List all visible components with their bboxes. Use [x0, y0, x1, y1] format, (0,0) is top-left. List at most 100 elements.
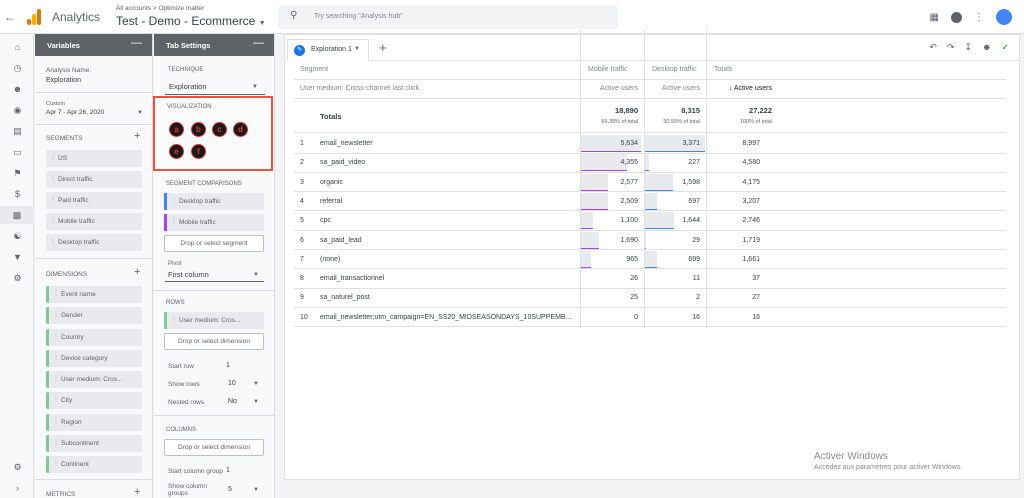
- drag-handle-icon[interactable]: ⋮⋮: [53, 460, 65, 467]
- tab-exploration-1[interactable]: ✎ Exploration 1 ▼: [287, 39, 369, 61]
- row-dimension-value[interactable]: sa_naturel_post: [320, 294, 370, 301]
- drag-handle-icon[interactable]: ⋮⋮: [171, 316, 183, 323]
- segment-comparison-chip[interactable]: ⋮⋮ Mobile traffic: [164, 214, 264, 231]
- audience-user-icon[interactable]: ☻: [12, 84, 23, 95]
- drag-handle-icon[interactable]: ⋮⋮: [53, 354, 65, 361]
- row-dimension-value[interactable]: email_transactionnel: [320, 275, 384, 282]
- drag-handle-icon[interactable]: ⋮⋮: [171, 218, 183, 225]
- row-dimension-value[interactable]: email_newsletter;utm_campaign=EN_SS20_MI…: [320, 314, 571, 321]
- drag-handle-icon[interactable]: ⋮⋮: [50, 217, 62, 224]
- settings-gear-icon[interactable]: ⚙: [12, 462, 23, 473]
- dimension-chip[interactable]: ⋮⋮ City: [46, 392, 142, 409]
- drop-row-dimension-zone[interactable]: Drop or select dimension: [164, 333, 264, 350]
- funnel-icon[interactable]: ▼: [12, 252, 23, 263]
- dimension-chip[interactable]: ⋮⋮ Continent: [46, 456, 142, 473]
- money-icon[interactable]: $: [12, 189, 23, 200]
- segment-chip[interactable]: ⋮⋮ Paid traffic: [46, 192, 142, 209]
- dimension-chip[interactable]: ⋮⋮ User medium: Cros...: [46, 371, 142, 388]
- dimension-chip[interactable]: ⋮⋮ Event name: [46, 286, 142, 303]
- metric-header[interactable]: ↓ Active users: [729, 85, 772, 92]
- flag-icon[interactable]: ⚑: [12, 168, 23, 179]
- dimension-chip[interactable]: ⋮⋮ Subcontinent: [46, 435, 142, 452]
- share-users-icon[interactable]: ☻: [982, 42, 991, 53]
- minimize-icon[interactable]: —: [131, 37, 142, 49]
- apps-grid-icon[interactable]: ▦: [930, 12, 939, 23]
- drag-handle-icon[interactable]: ⋮⋮: [53, 396, 65, 403]
- drag-handle-icon[interactable]: ⋮⋮: [53, 418, 65, 425]
- start-row-input[interactable]: 1: [226, 362, 230, 369]
- breadcrumb[interactable]: All accounts > Optimize matter: [116, 5, 204, 12]
- metric-header[interactable]: Active users: [662, 85, 700, 92]
- table-icon[interactable]: ▤: [12, 126, 23, 137]
- dimension-chip[interactable]: ⋮⋮ Country: [46, 329, 142, 346]
- show-column-groups-select[interactable]: 5: [228, 486, 232, 493]
- viz-option-b[interactable]: b: [191, 122, 206, 137]
- add-dimension-icon[interactable]: +: [134, 266, 140, 278]
- drag-handle-icon[interactable]: ⋮⋮: [50, 196, 62, 203]
- row-dimension-value[interactable]: sa_paid_lead: [320, 237, 362, 244]
- more-vert-icon[interactable]: ⋮: [974, 12, 984, 23]
- row-dimension-value[interactable]: referral: [320, 198, 342, 205]
- row-dimension-value[interactable]: organic: [320, 179, 343, 186]
- drop-segment-zone[interactable]: Drop or select segment: [164, 235, 264, 252]
- row-dimension-value[interactable]: email_newsletter: [320, 140, 373, 147]
- redo-icon[interactable]: ↷: [947, 42, 955, 53]
- add-segment-icon[interactable]: +: [134, 130, 140, 142]
- row-dimension-value[interactable]: (none): [320, 256, 340, 263]
- dimension-chip[interactable]: ⋮⋮ Device category: [46, 350, 142, 367]
- analysis-icon[interactable]: ▩: [0, 206, 34, 224]
- nested-rows-chevron-down-icon[interactable]: ▼: [253, 399, 259, 405]
- show-rows-select[interactable]: 10: [228, 380, 236, 387]
- drag-handle-icon[interactable]: ⋮⋮: [53, 439, 65, 446]
- expand-chevron-icon[interactable]: ›: [12, 483, 23, 494]
- drag-handle-icon[interactable]: ⋮⋮: [50, 175, 62, 182]
- download-icon[interactable]: ↧: [964, 42, 972, 53]
- segment-chip[interactable]: ⋮⋮ Direct traffic: [46, 171, 142, 188]
- people-icon[interactable]: ☯: [12, 231, 23, 242]
- date-range-picker[interactable]: Apr 7 - Apr 26, 2020: [46, 109, 104, 116]
- shield-check-icon[interactable]: ✓: [1001, 42, 1009, 53]
- drag-handle-icon[interactable]: ⋮⋮: [171, 197, 183, 204]
- metric-header[interactable]: Active users: [600, 85, 638, 92]
- back-arrow-icon[interactable]: ←: [4, 10, 16, 24]
- realtime-clock-icon[interactable]: ◷: [12, 63, 23, 74]
- viz-option-f[interactable]: f: [191, 144, 206, 159]
- start-column-group-input[interactable]: 1: [226, 467, 230, 474]
- technique-chevron-down-icon[interactable]: ▼: [252, 84, 258, 90]
- drag-handle-icon[interactable]: ⋮⋮: [53, 290, 65, 297]
- segment-comparison-chip[interactable]: ⋮⋮ Desktop traffic: [164, 193, 264, 210]
- avatar[interactable]: [996, 9, 1012, 25]
- add-metric-icon[interactable]: +: [134, 486, 140, 498]
- drag-handle-icon[interactable]: ⋮⋮: [53, 311, 65, 318]
- add-tab-icon[interactable]: +: [379, 40, 387, 55]
- help-icon[interactable]: ?: [951, 11, 962, 23]
- drag-handle-icon[interactable]: ⋮⋮: [53, 333, 65, 340]
- segment-chip[interactable]: ⋮⋮ Mobile traffic: [46, 213, 142, 230]
- home-icon[interactable]: ⌂: [12, 42, 23, 53]
- viz-option-c[interactable]: c: [212, 122, 227, 137]
- viz-option-d[interactable]: d: [233, 122, 248, 137]
- tab-chevron-down-icon[interactable]: ▼: [354, 46, 360, 52]
- search-bar[interactable]: ⚲ Try searching "Analysis hub": [278, 5, 618, 29]
- viz-option-e[interactable]: e: [169, 144, 184, 159]
- row-dimension-header[interactable]: User medium: Cross-channel last click: [300, 85, 419, 92]
- date-chevron-down-icon[interactable]: ▼: [137, 110, 143, 116]
- undo-icon[interactable]: ↶: [929, 42, 937, 53]
- segment-chip[interactable]: ⋮⋮ US: [46, 150, 142, 167]
- pivot-select[interactable]: First column: [168, 270, 209, 279]
- segment-chip[interactable]: ⋮⋮ Desktop traffic: [46, 234, 142, 251]
- pivot-chevron-down-icon[interactable]: ▼: [253, 272, 259, 278]
- analysis-name-value[interactable]: Exploration: [46, 77, 81, 84]
- row-dimension-value[interactable]: sa_paid_video: [320, 159, 365, 166]
- property-selector[interactable]: Test - Demo - Ecommerce ▼: [116, 14, 266, 28]
- drag-handle-icon[interactable]: ⋮⋮: [50, 238, 62, 245]
- row-dimension-value[interactable]: cpc: [320, 217, 331, 224]
- drop-column-dimension-zone[interactable]: Drop or select dimension: [164, 439, 264, 456]
- configure-icon[interactable]: ⚙: [12, 273, 23, 284]
- minimize-icon[interactable]: —: [253, 37, 264, 49]
- dimension-chip[interactable]: ⋮⋮ Gender: [46, 307, 142, 324]
- devices-icon[interactable]: ▭: [12, 147, 23, 158]
- technique-select[interactable]: Exploration: [169, 82, 207, 91]
- nested-rows-select[interactable]: No: [228, 398, 237, 405]
- dimension-chip[interactable]: ⋮⋮ Region: [46, 414, 142, 431]
